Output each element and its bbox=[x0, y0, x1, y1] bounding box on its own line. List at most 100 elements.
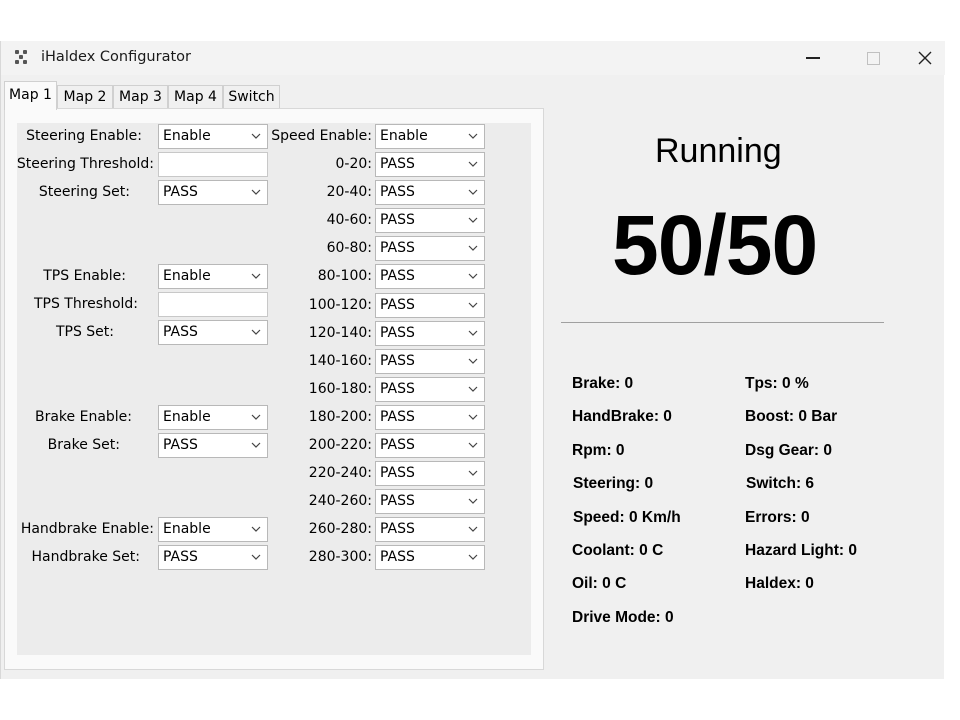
chevron-down-icon bbox=[468, 302, 478, 308]
speed-range-label: 120-140: bbox=[308, 324, 372, 341]
stat-speed: Speed: 0 Km/h bbox=[573, 509, 681, 526]
stat-drive-mode: Drive Mode: 0 bbox=[572, 609, 674, 626]
select-value: PASS bbox=[380, 437, 415, 453]
stat-dsg-gear: Dsg Gear: 0 bbox=[745, 442, 833, 459]
minimize-button[interactable] bbox=[785, 41, 841, 75]
select-value: PASS bbox=[380, 212, 415, 229]
steering-set-label: Steering Set: bbox=[38, 184, 130, 200]
brake-set-label: Brake Set: bbox=[47, 437, 120, 453]
speed-range-select[interactable]: PASS bbox=[375, 320, 485, 346]
tab-map-2[interactable]: Map 2 bbox=[57, 85, 113, 109]
chevron-down-icon bbox=[468, 217, 478, 224]
divider bbox=[561, 322, 884, 323]
speed-range-select[interactable]: PASS bbox=[375, 208, 485, 234]
speed-range-select[interactable]: PASS bbox=[375, 152, 485, 177]
chevron-down-icon bbox=[468, 189, 478, 195]
handbrake-set-select[interactable]: PASS bbox=[158, 545, 268, 570]
stat-oil: Oil: 0 C bbox=[572, 575, 627, 592]
maximize-button[interactable] bbox=[845, 41, 901, 75]
speed-range-select[interactable]: PASS bbox=[375, 348, 485, 374]
steering-enable-label: Steering Enable: bbox=[26, 128, 142, 144]
speed-range-label: 200-220: bbox=[308, 437, 372, 453]
select-value: Enable bbox=[163, 409, 211, 425]
chevron-down-icon bbox=[468, 498, 478, 505]
chevron-down-icon bbox=[251, 526, 261, 532]
tps-enable-select[interactable]: Enable bbox=[158, 264, 268, 289]
chevron-down-icon bbox=[468, 133, 478, 139]
stat-brake: Brake: 0 bbox=[572, 375, 634, 392]
speed-range-label: 100-120: bbox=[308, 296, 372, 313]
select-value: PASS bbox=[380, 268, 415, 285]
speed-enable-label: Speed Enable: bbox=[271, 128, 372, 144]
select-value: Enable bbox=[380, 128, 428, 144]
speed-range-label: 40-60: bbox=[326, 212, 372, 229]
chevron-down-icon bbox=[251, 414, 261, 420]
select-value: PASS bbox=[380, 156, 415, 172]
tps-set-select[interactable]: PASS bbox=[158, 320, 268, 345]
run-status: Running bbox=[655, 132, 782, 170]
speed-enable-select[interactable]: Enable bbox=[375, 124, 485, 149]
speed-range-select[interactable]: PASS bbox=[375, 264, 485, 290]
select-value: PASS bbox=[380, 521, 415, 538]
select-value: PASS bbox=[380, 184, 415, 201]
title-bar: iHaldex Configurator bbox=[1, 41, 945, 75]
steering-threshold-label: Steering Threshold: bbox=[16, 156, 154, 172]
chevron-down-icon bbox=[251, 554, 261, 560]
speed-range-label: 60-80: bbox=[326, 240, 372, 257]
stat-tps: Tps: 0 % bbox=[745, 375, 809, 392]
handbrake-enable-select[interactable]: Enable bbox=[158, 517, 268, 542]
minimize-icon bbox=[806, 57, 820, 59]
tps-threshold-input[interactable] bbox=[158, 292, 268, 317]
tps-threshold-label: TPS Threshold: bbox=[33, 296, 138, 312]
select-value: Enable bbox=[163, 268, 211, 284]
speed-range-select[interactable]: PASS bbox=[375, 236, 485, 262]
speed-range-label: 0-20: bbox=[335, 156, 373, 172]
chevron-down-icon bbox=[468, 526, 478, 533]
select-value: PASS bbox=[163, 437, 198, 453]
select-value: PASS bbox=[380, 549, 415, 566]
select-value: PASS bbox=[380, 380, 415, 397]
close-icon bbox=[918, 51, 932, 65]
chevron-down-icon bbox=[468, 245, 478, 252]
stat-handbrake: HandBrake: 0 bbox=[572, 408, 672, 425]
speed-range-select[interactable]: PASS bbox=[375, 433, 485, 458]
speed-range-select[interactable]: PASS bbox=[375, 292, 485, 318]
close-button[interactable] bbox=[905, 41, 945, 75]
chevron-down-icon bbox=[251, 189, 261, 195]
stat-coolant: Coolant: 0 C bbox=[572, 542, 664, 559]
chevron-down-icon bbox=[468, 358, 478, 364]
speed-range-label: 220-240: bbox=[308, 465, 372, 482]
brake-enable-select[interactable]: Enable bbox=[158, 405, 268, 430]
select-value: PASS bbox=[163, 549, 198, 565]
tab-map-4[interactable]: Map 4 bbox=[168, 85, 223, 109]
speed-range-select[interactable]: PASS bbox=[375, 517, 485, 543]
speed-range-select[interactable]: PASS bbox=[375, 376, 485, 402]
steering-enable-select[interactable]: Enable bbox=[158, 124, 268, 149]
speed-range-label: 280-300: bbox=[308, 549, 372, 566]
select-value: PASS bbox=[163, 324, 198, 340]
brake-set-select[interactable]: PASS bbox=[158, 433, 268, 458]
chevron-down-icon bbox=[468, 386, 478, 392]
stat-switch: Switch: 6 bbox=[746, 475, 815, 492]
tab-switch[interactable]: Switch bbox=[223, 85, 280, 109]
brake-enable-label: Brake Enable: bbox=[34, 409, 132, 425]
speed-range-select[interactable]: PASS bbox=[375, 489, 485, 515]
speed-range-select[interactable]: PASS bbox=[375, 180, 485, 206]
select-value: PASS bbox=[163, 184, 198, 200]
chevron-down-icon bbox=[468, 273, 478, 280]
tab-map-1[interactable]: Map 1 bbox=[4, 81, 57, 110]
speed-range-select[interactable]: PASS bbox=[375, 461, 485, 487]
steering-threshold-input[interactable] bbox=[158, 152, 268, 177]
speed-range-label: 180-200: bbox=[308, 408, 372, 425]
chevron-down-icon bbox=[468, 414, 478, 420]
speed-range-label: 260-280: bbox=[308, 521, 372, 538]
speed-range-select[interactable]: PASS bbox=[375, 404, 485, 430]
select-value: Enable bbox=[163, 521, 211, 537]
select-value: PASS bbox=[380, 493, 415, 510]
tab-map-3[interactable]: Map 3 bbox=[113, 85, 168, 109]
stat-steering: Steering: 0 bbox=[573, 475, 654, 492]
stat-rpm: Rpm: 0 bbox=[572, 442, 625, 459]
speed-range-select[interactable]: PASS bbox=[375, 545, 485, 571]
steering-set-select[interactable]: PASS bbox=[158, 180, 268, 205]
chevron-down-icon bbox=[251, 329, 261, 335]
